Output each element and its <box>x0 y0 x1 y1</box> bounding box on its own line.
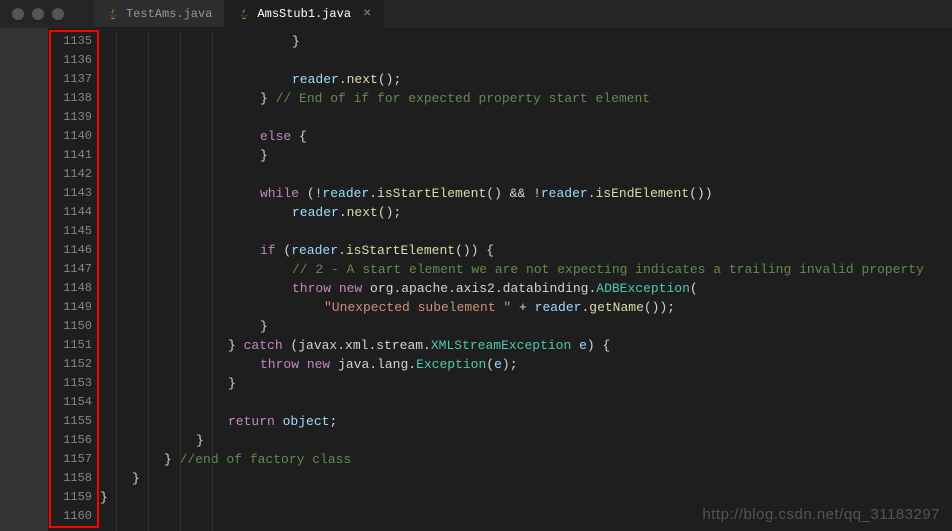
code-line: "Unexpected subelement " + reader.getNam… <box>100 298 952 317</box>
line-number: 1135 <box>48 32 92 51</box>
line-number: 1143 <box>48 184 92 203</box>
line-number: 1156 <box>48 431 92 450</box>
tab-amsstub1-java[interactable]: AmsStub1.java × <box>225 0 384 27</box>
window-controls <box>0 8 94 20</box>
line-number: 1142 <box>48 165 92 184</box>
code-line: if (reader.isStartElement()) { <box>100 241 952 260</box>
line-number: 1158 <box>48 469 92 488</box>
code-line <box>100 393 952 412</box>
code-line <box>100 108 952 127</box>
line-number: 1136 <box>48 51 92 70</box>
watermark-text: http://blog.csdn.net/qq_31183297 <box>702 506 940 523</box>
line-number: 1147 <box>48 260 92 279</box>
code-line <box>100 222 952 241</box>
line-number: 1148 <box>48 279 92 298</box>
indent-guide <box>148 32 149 531</box>
close-tab-icon[interactable]: × <box>363 6 371 22</box>
line-number: 1139 <box>48 108 92 127</box>
code-line <box>100 165 952 184</box>
title-bar: TestAms.java AmsStub1.java × <box>0 0 952 28</box>
editor-area: 1135113611371138113911401141114211431144… <box>0 28 952 531</box>
line-number: 1154 <box>48 393 92 412</box>
line-number: 1146 <box>48 241 92 260</box>
code-line: } <box>100 317 952 336</box>
tab-testams-java[interactable]: TestAms.java <box>94 0 225 27</box>
indent-guide <box>180 32 181 531</box>
code-line: } <box>100 488 952 507</box>
java-file-icon <box>106 7 120 21</box>
line-number: 1137 <box>48 70 92 89</box>
code-line: } catch (javax.xml.stream.XMLStreamExcep… <box>100 336 952 355</box>
line-number: 1151 <box>48 336 92 355</box>
line-number: 1141 <box>48 146 92 165</box>
code-line: } // End of if for expected property sta… <box>100 89 952 108</box>
java-file-icon <box>237 7 251 21</box>
line-number: 1153 <box>48 374 92 393</box>
indent-guide <box>116 32 117 531</box>
code-line: throw new java.lang.Exception(e); <box>100 355 952 374</box>
code-line: } <box>100 431 952 450</box>
code-line: reader.next(); <box>100 70 952 89</box>
code-line: return object; <box>100 412 952 431</box>
line-number: 1138 <box>48 89 92 108</box>
maximize-window-icon[interactable] <box>52 8 64 20</box>
line-number: 1144 <box>48 203 92 222</box>
code-line: throw new org.apache.axis2.databinding.A… <box>100 279 952 298</box>
tab-label: AmsStub1.java <box>257 7 351 21</box>
line-number: 1149 <box>48 298 92 317</box>
line-number: 1160 <box>48 507 92 526</box>
code-line: } <box>100 469 952 488</box>
code-line: } <box>100 374 952 393</box>
line-number: 1150 <box>48 317 92 336</box>
code-line: else { <box>100 127 952 146</box>
line-number: 1155 <box>48 412 92 431</box>
code-line: } //end of factory class <box>100 450 952 469</box>
code-line: } <box>100 32 952 51</box>
line-number-gutter: 1135113611371138113911401141114211431144… <box>48 28 100 531</box>
indent-guide <box>212 32 213 531</box>
tab-label: TestAms.java <box>126 7 212 21</box>
line-number: 1145 <box>48 222 92 241</box>
activity-bar <box>0 28 48 531</box>
line-number: 1140 <box>48 127 92 146</box>
code-area[interactable]: }reader.next();} // End of if for expect… <box>100 28 952 531</box>
code-line: reader.next(); <box>100 203 952 222</box>
code-line: while (!reader.isStartElement() && !read… <box>100 184 952 203</box>
line-number: 1152 <box>48 355 92 374</box>
close-window-icon[interactable] <box>12 8 24 20</box>
minimize-window-icon[interactable] <box>32 8 44 20</box>
line-number: 1159 <box>48 488 92 507</box>
code-line: } <box>100 146 952 165</box>
code-line: // 2 - A start element we are not expect… <box>100 260 952 279</box>
tab-bar: TestAms.java AmsStub1.java × <box>94 0 384 28</box>
line-number: 1157 <box>48 450 92 469</box>
code-line <box>100 51 952 70</box>
